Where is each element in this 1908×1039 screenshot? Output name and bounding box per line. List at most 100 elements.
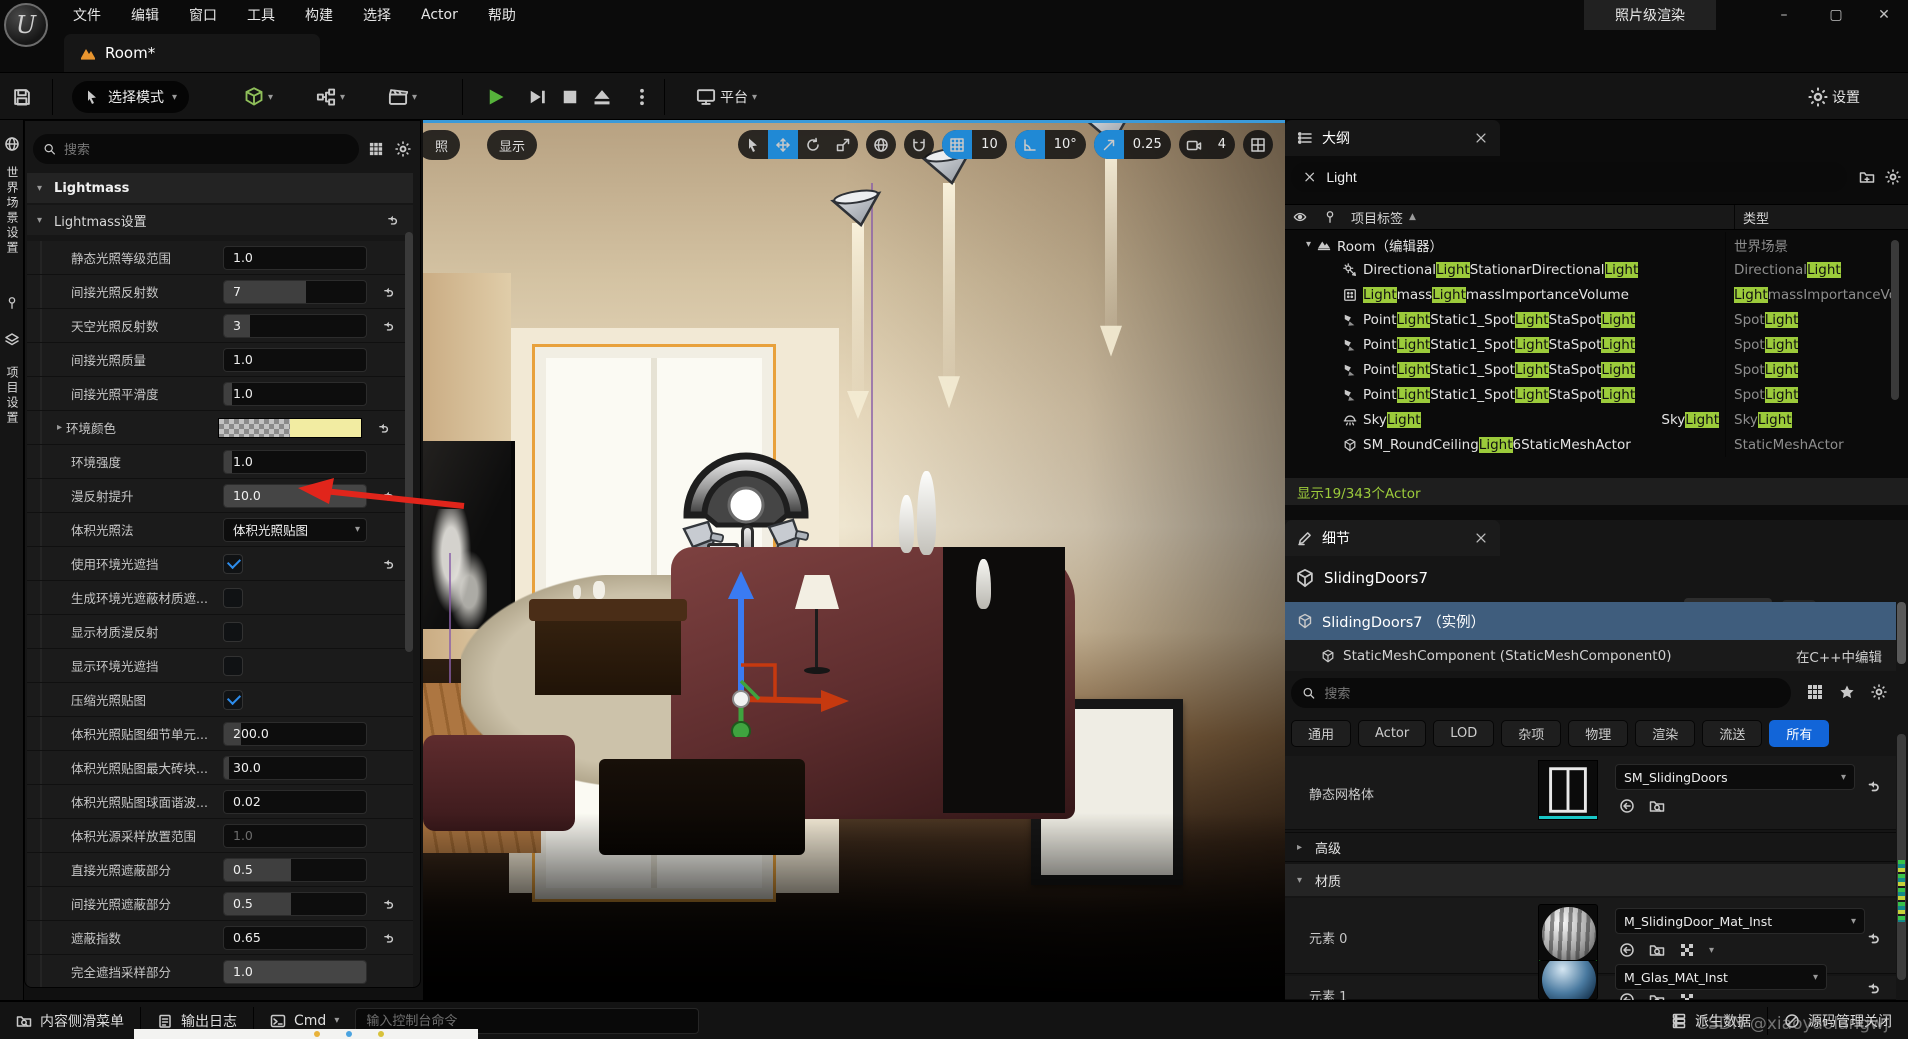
setting-slider[interactable]: 30.0 [223, 756, 367, 780]
outliner-row[interactable]: PointLightStatic1_SpotLightStaSpotLightS… [1285, 307, 1899, 332]
menu-item[interactable]: 选择 [348, 0, 406, 30]
setting-input[interactable]: 1.0 [223, 348, 367, 372]
blueprints-button[interactable]: ▾ [316, 87, 345, 107]
content-drawer-button[interactable]: 内容侧滑菜单 [0, 1001, 140, 1039]
setting-checkbox[interactable] [223, 690, 243, 710]
setting-input[interactable]: 1.0 [223, 824, 367, 848]
add-folder-icon[interactable] [1859, 169, 1875, 185]
coordinate-space-button[interactable] [866, 130, 896, 159]
rotation-snap-value[interactable]: 10° [1045, 130, 1086, 159]
filter-tab-物理[interactable]: 物理 [1568, 720, 1628, 747]
eye-icon[interactable] [1293, 210, 1307, 224]
show-button[interactable]: 显示 [487, 130, 537, 160]
mesh-thumbnail[interactable] [1538, 760, 1598, 820]
scale-tool-button[interactable] [828, 130, 858, 159]
menu-item[interactable]: 文件 [58, 0, 116, 30]
details-search[interactable] [1291, 678, 1791, 708]
camera-speed-button[interactable] [1179, 130, 1209, 159]
setting-checkbox[interactable] [223, 622, 243, 642]
reset-icon[interactable] [1865, 930, 1881, 946]
select-mode-dropdown[interactable]: 选择模式▾ [72, 81, 189, 113]
play-options-icon[interactable] [632, 87, 652, 107]
outliner-row[interactable]: SM_RoundCeilingLight6StaticMeshActorStat… [1285, 432, 1899, 457]
settings-search[interactable] [33, 134, 359, 164]
filter-tab-LOD[interactable]: LOD [1433, 720, 1494, 747]
setting-color-swatch[interactable] [218, 418, 362, 438]
outliner-row[interactable]: LightmassLightmassImportanceVolumeLightm… [1285, 282, 1899, 307]
filter-tab-通用[interactable]: 通用 [1291, 720, 1351, 747]
setting-slider[interactable]: 7 [223, 280, 367, 304]
setting-slider[interactable]: 10.0 [223, 484, 367, 508]
settings-dropdown[interactable]: 设置 [1808, 87, 1860, 107]
tab-details[interactable]: 细节 [1285, 520, 1500, 556]
reset-icon[interactable] [1865, 980, 1881, 996]
use-selected-icon[interactable] [1619, 798, 1635, 814]
setting-checkbox[interactable] [223, 588, 243, 608]
layers-icon[interactable] [4, 332, 20, 348]
settings-search-input[interactable] [64, 142, 349, 157]
derived-data-button[interactable]: 派生数据 [1655, 1001, 1767, 1039]
outliner-row[interactable]: SkyLightSkyLightSkyLight [1285, 407, 1899, 432]
menu-item[interactable]: 窗口 [174, 0, 232, 30]
material-thumbnail[interactable] [1538, 904, 1598, 964]
reset-icon[interactable] [376, 421, 390, 435]
maximize-viewport-button[interactable] [1243, 130, 1273, 159]
grid-snap-value[interactable]: 10 [972, 130, 1007, 159]
material-dropdown[interactable]: M_SlidingDoor_Mat_Inst▾ [1615, 908, 1865, 934]
tab-project-settings[interactable]: 项目设置 [4, 366, 21, 426]
matrix-icon[interactable] [369, 142, 383, 156]
platforms-dropdown[interactable]: 平台▾ [696, 87, 757, 107]
reset-icon[interactable] [381, 319, 395, 333]
outliner-row[interactable]: PointLightStatic1_SpotLightStaSpotLightS… [1285, 357, 1899, 382]
close-icon[interactable] [1474, 131, 1488, 145]
maximize-button[interactable]: ▢ [1812, 0, 1860, 30]
material-thumbnail[interactable] [1538, 960, 1598, 1000]
reset-icon[interactable] [381, 489, 395, 503]
close-icon[interactable] [1474, 531, 1488, 545]
setting-slider[interactable]: 200.0 [223, 722, 367, 746]
details-settings-icon[interactable] [1871, 684, 1887, 700]
section-lightmass[interactable]: ▾Lightmass [27, 173, 413, 203]
select-tool-button[interactable] [738, 130, 768, 159]
move-gizmo[interactable] [691, 541, 861, 737]
move-tool-button[interactable] [768, 130, 798, 159]
reset-icon[interactable] [385, 213, 399, 227]
use-selected-icon[interactable] [1619, 942, 1635, 958]
filter-tab-所有[interactable]: 所有 [1769, 720, 1829, 747]
menu-item[interactable]: 构建 [290, 0, 348, 30]
setting-checkbox[interactable] [223, 656, 243, 676]
panel-gear-icon[interactable] [395, 141, 411, 157]
reset-icon[interactable] [381, 285, 395, 299]
unreal-logo-icon[interactable]: U [4, 3, 48, 47]
camera-speed-value[interactable]: 4 [1209, 130, 1235, 159]
add-actor-button[interactable]: ▾ [244, 87, 273, 107]
reset-icon[interactable] [381, 897, 395, 911]
source-control-button[interactable]: 源码管理关闭 [1768, 1001, 1908, 1039]
outliner-settings-icon[interactable] [1885, 169, 1901, 185]
setting-dropdown[interactable]: 体积光照贴图▾ [223, 518, 367, 542]
rotation-snap-button[interactable] [1015, 130, 1045, 159]
scale-snap-value[interactable]: 0.25 [1124, 130, 1171, 159]
surface-snap-button[interactable] [904, 130, 934, 159]
scale-snap-button[interactable] [1094, 130, 1124, 159]
component-scrollbar[interactable] [1897, 602, 1906, 664]
reset-icon[interactable] [381, 931, 395, 945]
setting-slider[interactable]: 0.5 [223, 858, 367, 882]
outliner-search-input[interactable] [1326, 169, 1835, 185]
favorites-icon[interactable] [1839, 684, 1855, 700]
type-column-header[interactable]: 类型 [1734, 205, 1908, 229]
rotate-tool-button[interactable] [798, 130, 828, 159]
filter-tab-流送[interactable]: 流送 [1702, 720, 1762, 747]
details-scrollbar[interactable] [1897, 734, 1906, 980]
pin-icon[interactable] [5, 296, 19, 310]
stop-icon[interactable] [560, 87, 580, 107]
setting-input[interactable]: 0.02 [223, 790, 367, 814]
label-column-header[interactable]: 项目标签 [1351, 208, 1403, 227]
pin-column-icon[interactable] [1323, 210, 1337, 224]
outliner-row[interactable]: DirectionalLightStationarDirectionalLigh… [1285, 257, 1899, 282]
movie-render-button[interactable]: 照片级渲染 [1584, 0, 1716, 30]
menu-item[interactable]: 工具 [232, 0, 290, 30]
menu-item[interactable]: 编辑 [116, 0, 174, 30]
setting-slider[interactable]: 3 [223, 314, 367, 338]
outliner-row[interactable]: ▾Room（编辑器）世界场景 [1285, 232, 1899, 257]
